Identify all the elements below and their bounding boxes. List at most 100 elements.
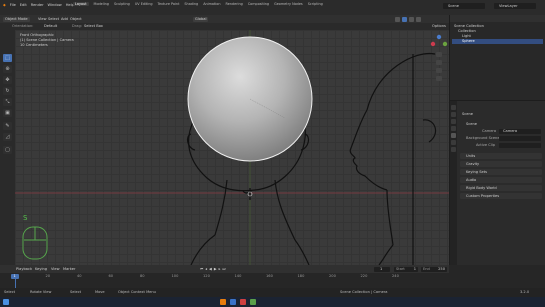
tab-geometry-nodes[interactable]: Geometry Nodes [274, 2, 303, 6]
y-axis-icon[interactable] [442, 41, 448, 47]
scene-panel-title: Scene [466, 122, 477, 126]
workspace-tabs: Layout Modeling Sculpting UV Editing Tex… [73, 2, 323, 6]
status-move: Move [95, 290, 105, 294]
timeline-ruler: 020406080100120140160180200220240 [0, 274, 449, 280]
menu-edit[interactable]: Edit [20, 3, 27, 8]
scene-selector[interactable]: Scene [443, 3, 485, 9]
play-reverse-icon[interactable]: ◀ [209, 267, 212, 272]
options-menu[interactable]: Options [432, 24, 446, 29]
measure-tool-icon[interactable]: ◿ [3, 133, 12, 141]
rendered-icon[interactable] [416, 16, 421, 22]
view-layer-selector[interactable]: ViewLayer [494, 3, 536, 9]
custom-properties-section[interactable]: Custom Properties [460, 193, 542, 199]
timeline-tick: 180 [297, 274, 305, 278]
background-scene-field[interactable] [499, 136, 541, 141]
tab-uv-editing[interactable]: UV Editing [135, 2, 153, 6]
properties-tabs [450, 101, 457, 275]
tab-animation[interactable]: Animation [203, 2, 220, 6]
app-icon[interactable] [230, 299, 236, 305]
outliner-item-sphere[interactable]: Sphere [452, 39, 543, 44]
object-menu[interactable]: Object [70, 17, 82, 22]
timeline-track[interactable]: 020406080100120140160180200220240 1 [0, 273, 449, 288]
navigation-gizmo[interactable] [430, 33, 448, 85]
active-clip-field[interactable] [499, 143, 541, 148]
side-profile-reference [349, 52, 437, 265]
status-context-menu: Object Context Menu [118, 290, 156, 294]
tool-tab-icon[interactable] [451, 105, 456, 110]
blender-app-icon[interactable] [220, 299, 226, 305]
view-menu[interactable]: View [38, 17, 47, 22]
object-tab-icon[interactable] [451, 147, 456, 152]
scale-tool-icon[interactable]: ⤡ [3, 98, 12, 106]
play-icon[interactable]: ▶ [214, 267, 217, 272]
left-toolbar: ⬚ ⊕ ✥ ↻ ⤡ ▣ ✎ ◿ ▢ [0, 30, 15, 265]
menu-render[interactable]: Render [31, 3, 44, 8]
annotate-tool-icon[interactable]: ✎ [3, 122, 12, 130]
orientation-value[interactable]: Default [44, 24, 57, 29]
keying-menu[interactable]: Keying [35, 267, 47, 272]
output-tab-icon[interactable] [451, 119, 456, 124]
cursor-tool-icon[interactable]: ⊕ [3, 65, 12, 73]
start-icon[interactable] [3, 299, 9, 305]
gravity-section[interactable]: Gravity [460, 161, 542, 167]
menu-file[interactable]: File [10, 3, 16, 8]
view-layer-label: ViewLayer [499, 3, 518, 8]
end-frame-field[interactable]: End 250 [421, 266, 447, 272]
z-axis-icon[interactable] [436, 34, 442, 40]
viewport-scene [15, 30, 449, 265]
x-axis-icon[interactable] [430, 41, 436, 47]
tab-shading[interactable]: Shading [184, 2, 198, 6]
tab-compositing[interactable]: Compositing [248, 2, 269, 6]
pan-icon[interactable] [436, 60, 442, 65]
tab-modeling[interactable]: Modeling [94, 2, 109, 6]
playback-menu[interactable]: Playback [16, 267, 32, 272]
current-frame-field[interactable]: 1 [374, 266, 390, 272]
outliner-tree: Scene Collection Collection Light Sphere [452, 24, 543, 44]
next-key-icon[interactable]: ▸ [219, 267, 221, 272]
drag-value[interactable]: Select Box [84, 24, 103, 29]
camera-view-icon[interactable] [436, 68, 442, 73]
shading-buttons [395, 16, 421, 22]
status-select-2: Select [70, 290, 82, 294]
app-icon-2[interactable] [240, 299, 246, 305]
camera-field[interactable]: Camera [499, 129, 541, 134]
material-preview-icon[interactable] [409, 16, 414, 22]
units-section[interactable]: Units [460, 153, 542, 159]
add-cube-tool-icon[interactable]: ▢ [3, 146, 12, 154]
render-tab-icon[interactable] [451, 112, 456, 117]
tab-layout[interactable]: Layout [73, 2, 89, 6]
audio-section[interactable]: Audio [460, 177, 542, 183]
timeline-view-menu[interactable]: View [51, 267, 60, 272]
world-tab-icon[interactable] [451, 140, 456, 145]
jump-start-icon[interactable]: ⏮ [200, 267, 203, 272]
start-frame-field[interactable]: Start 1 [394, 266, 418, 272]
transform-tool-icon[interactable]: ▣ [3, 109, 12, 117]
ortho-toggle-icon[interactable] [436, 76, 442, 81]
view-layer-tab-icon[interactable] [451, 126, 456, 131]
solid-shading-icon[interactable] [402, 16, 407, 22]
blender-logo-icon[interactable]: ◆ [3, 3, 6, 8]
rigid-body-world-section[interactable]: Rigid Body World [460, 185, 542, 191]
keying-sets-section[interactable]: Keying Sets [460, 169, 542, 175]
wireframe-icon[interactable] [395, 16, 400, 22]
add-menu[interactable]: Add [61, 17, 68, 22]
tab-rendering[interactable]: Rendering [225, 2, 242, 6]
move-tool-icon[interactable]: ✥ [3, 76, 12, 84]
select-tool-icon[interactable]: ⬚ [3, 54, 12, 62]
select-menu[interactable]: Select [48, 17, 59, 22]
tab-scripting[interactable]: Scripting [308, 2, 323, 6]
3d-viewport[interactable]: Front Orthographic (1) Scene Collection … [15, 30, 449, 265]
tab-sculpting[interactable]: Sculpting [114, 2, 130, 6]
marker-menu[interactable]: Marker [63, 267, 75, 272]
tab-texture-paint[interactable]: Texture Paint [158, 2, 180, 6]
prev-key-icon[interactable]: ◂ [205, 267, 207, 272]
jump-end-icon[interactable]: ⏭ [222, 267, 225, 272]
rotate-tool-icon[interactable]: ↻ [3, 87, 12, 95]
app-icon-3[interactable] [250, 299, 256, 305]
mode-selector[interactable]: Object Mode [3, 16, 30, 22]
transform-orientation[interactable]: Global [193, 16, 209, 22]
scene-tab-icon[interactable] [451, 133, 456, 138]
menu-window[interactable]: Window [48, 3, 62, 8]
zoom-icon[interactable] [436, 52, 442, 57]
status-collection: Scene Collection | Camera [340, 290, 388, 294]
